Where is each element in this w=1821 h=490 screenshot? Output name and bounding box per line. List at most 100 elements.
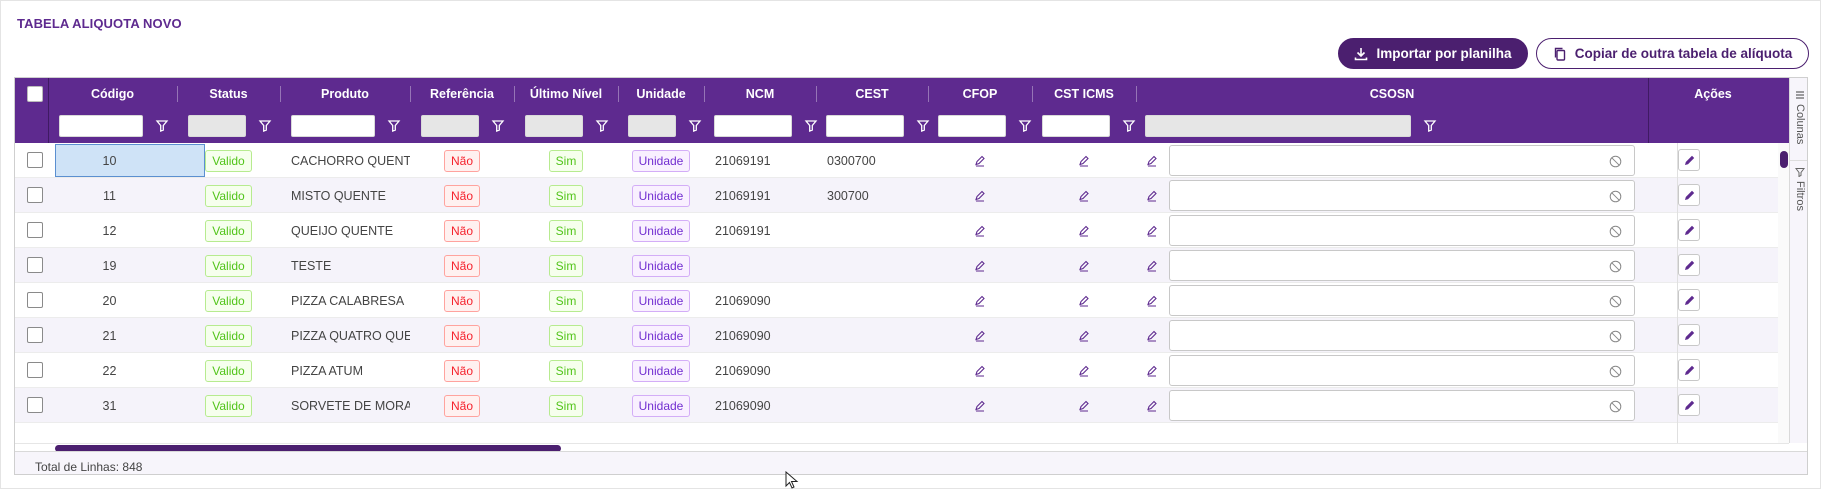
filter-icon[interactable] [387, 118, 401, 134]
cell-cst-icms[interactable] [1032, 283, 1136, 318]
pencil-icon[interactable] [974, 225, 986, 237]
cell-cst-icms[interactable] [1032, 318, 1136, 353]
pencil-icon[interactable] [1146, 295, 1158, 307]
cell-ultimo-nivel[interactable]: Sim [514, 283, 618, 318]
cell-ultimo-nivel[interactable]: Sim [514, 318, 618, 353]
cell-csosn[interactable] [1136, 213, 1648, 248]
columns-tab[interactable]: Colunas [1790, 90, 1807, 144]
cell-ncm[interactable]: 21069191 [704, 213, 816, 248]
cell-acoes[interactable] [1648, 388, 1778, 423]
import-spreadsheet-button[interactable]: Importar por planilha [1338, 38, 1528, 69]
column-header-produto[interactable]: Produto [280, 78, 410, 109]
filter-icon[interactable] [1018, 118, 1032, 134]
cell-codigo[interactable]: 12 [48, 213, 177, 248]
csosn-select[interactable] [1169, 390, 1635, 421]
cell-unidade[interactable]: Unidade [618, 178, 704, 213]
cell-cest[interactable] [816, 388, 928, 423]
cell-status[interactable]: Valido [177, 213, 280, 248]
cell-acoes[interactable] [1648, 353, 1778, 388]
cell-ncm[interactable]: 21069090 [704, 318, 816, 353]
filter-icon[interactable] [916, 118, 930, 134]
filter-input-referencia[interactable] [421, 115, 479, 137]
pencil-icon[interactable] [1078, 295, 1090, 307]
cell-codigo[interactable]: 31 [48, 388, 177, 423]
cell-codigo[interactable]: 21 [48, 318, 177, 353]
pencil-icon[interactable] [1078, 225, 1090, 237]
cell-ncm[interactable]: 21069191 [704, 178, 816, 213]
filter-icon[interactable] [688, 118, 702, 134]
cell-codigo[interactable]: 20 [48, 283, 177, 318]
cell-codigo[interactable]: 19 [48, 248, 177, 283]
cell-cst-icms[interactable] [1032, 248, 1136, 283]
cell-cfop[interactable] [928, 318, 1032, 353]
cell-produto[interactable]: PIZZA ATUM [280, 353, 410, 388]
cell-acoes[interactable] [1648, 178, 1778, 213]
column-header-unidade[interactable]: Unidade [618, 78, 704, 109]
pencil-icon[interactable] [974, 365, 986, 377]
pencil-icon[interactable] [1146, 225, 1158, 237]
cell-ultimo-nivel[interactable]: Sim [514, 213, 618, 248]
edit-row-button[interactable] [1678, 289, 1700, 311]
cell-ncm[interactable]: 21069090 [704, 283, 816, 318]
filter-input-ncm[interactable] [714, 115, 792, 137]
cell-csosn[interactable] [1136, 178, 1648, 213]
column-header-cst-icms[interactable]: CST ICMS [1032, 78, 1136, 109]
cell-ncm[interactable]: 21069090 [704, 353, 816, 388]
header-separator[interactable] [1136, 86, 1137, 102]
csosn-select[interactable] [1169, 180, 1635, 211]
pencil-icon[interactable] [974, 330, 986, 342]
select-all-checkbox[interactable] [27, 86, 43, 102]
pencil-icon[interactable] [1146, 155, 1158, 167]
row-checkbox[interactable] [27, 257, 43, 273]
cell-ultimo-nivel[interactable]: Sim [514, 143, 618, 178]
header-separator[interactable] [704, 86, 705, 102]
cell-referencia[interactable]: Não [410, 178, 514, 213]
vertical-scroll-thumb[interactable] [1780, 151, 1788, 168]
header-separator[interactable] [410, 86, 411, 102]
cell-cest[interactable] [816, 248, 928, 283]
cell-acoes[interactable] [1648, 283, 1778, 318]
row-checkbox[interactable] [27, 152, 43, 168]
header-separator[interactable] [177, 86, 178, 102]
filter-icon[interactable] [804, 118, 818, 134]
filter-input-ultimo-nivel[interactable] [525, 115, 583, 137]
cell-status[interactable]: Valido [177, 143, 280, 178]
pencil-icon[interactable] [1146, 365, 1158, 377]
row-checkbox[interactable] [27, 327, 43, 343]
cell-status[interactable]: Valido [177, 388, 280, 423]
cell-cfop[interactable] [928, 178, 1032, 213]
filter-icon[interactable] [258, 118, 272, 134]
cell-cfop[interactable] [928, 143, 1032, 178]
table-row[interactable]: 20 Valido PIZZA CALABRESA Não Sim Unidade 2106… [15, 283, 1789, 318]
copy-table-button[interactable]: Copiar de outra tabela de alíquota [1536, 38, 1809, 69]
filter-icon[interactable] [595, 118, 609, 134]
clear-icon[interactable] [1609, 155, 1622, 168]
filter-icon[interactable] [1423, 118, 1437, 134]
cell-status[interactable]: Valido [177, 318, 280, 353]
cell-cfop[interactable] [928, 283, 1032, 318]
clear-icon[interactable] [1609, 260, 1622, 273]
cell-cfop[interactable] [928, 213, 1032, 248]
cell-unidade[interactable]: Unidade [618, 353, 704, 388]
cell-ultimo-nivel[interactable]: Sim [514, 353, 618, 388]
filter-icon[interactable] [1122, 118, 1136, 134]
table-row[interactable]: 21 Valido PIZZA QUATRO QUEIJ... Não Sim Unida… [15, 318, 1789, 353]
clear-icon[interactable] [1609, 225, 1622, 238]
row-checkbox[interactable] [27, 222, 43, 238]
filter-icon[interactable] [491, 118, 505, 134]
pencil-icon[interactable] [1146, 400, 1158, 412]
pencil-icon[interactable] [1146, 260, 1158, 272]
column-header-csosn[interactable]: CSOSN [1136, 78, 1648, 109]
clear-icon[interactable] [1609, 365, 1622, 378]
cell-referencia[interactable]: Não [410, 143, 514, 178]
edit-row-button[interactable] [1678, 394, 1700, 416]
table-row[interactable]: 22 Valido PIZZA ATUM Não Sim Unidade 21069090 [15, 353, 1789, 388]
csosn-select[interactable] [1169, 250, 1635, 281]
header-separator[interactable] [514, 86, 515, 102]
cell-referencia[interactable]: Não [410, 248, 514, 283]
edit-row-button[interactable] [1678, 219, 1700, 241]
cell-cest[interactable]: 0300700 [816, 143, 928, 178]
vertical-scrollbar[interactable] [1778, 143, 1789, 443]
csosn-select[interactable] [1169, 145, 1635, 176]
cell-produto[interactable]: TESTE [280, 248, 410, 283]
